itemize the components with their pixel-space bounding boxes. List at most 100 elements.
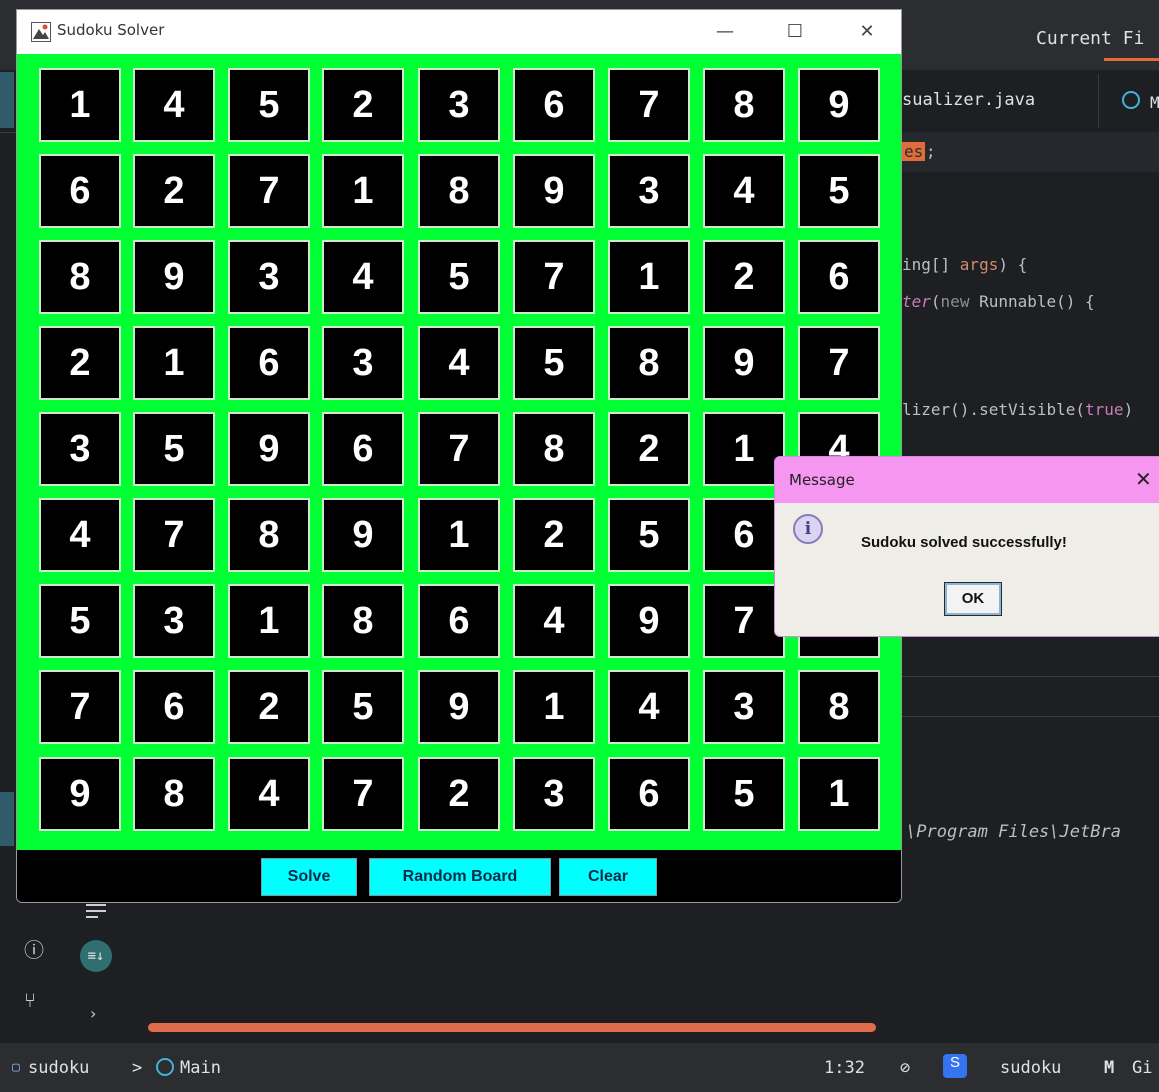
sudoku-cell[interactable]: 8 [418,154,500,228]
sudoku-cell[interactable]: 6 [133,670,215,744]
sudoku-cell[interactable]: 1 [418,498,500,572]
sudoku-cell[interactable]: 7 [228,154,310,228]
sudoku-cell[interactable]: 9 [513,154,595,228]
sudoku-cell[interactable]: 6 [703,498,785,572]
sudoku-cell[interactable]: 6 [39,154,121,228]
vcs-label[interactable]: Gi [1132,1058,1152,1078]
sudoku-cell[interactable]: 3 [133,584,215,658]
sudoku-cell[interactable]: 9 [703,326,785,400]
sudoku-cell[interactable]: 7 [608,68,690,142]
close-button[interactable]: ✕ [845,18,889,46]
sudoku-cell[interactable]: 5 [798,154,880,228]
clear-button[interactable]: Clear [559,858,657,896]
problems-icon[interactable]: ⓘ [24,934,44,963]
chevron-right-icon[interactable]: › [90,1004,96,1023]
sudoku-cell[interactable]: 9 [608,584,690,658]
sudoku-cell[interactable]: 2 [39,326,121,400]
code-line-main[interactable]: ing[] args) { [902,255,1027,274]
sudoku-cell[interactable]: 2 [513,498,595,572]
sudoku-cell[interactable]: 5 [228,68,310,142]
sudoku-cell[interactable]: 4 [418,326,500,400]
sudoku-cell[interactable]: 3 [322,326,404,400]
sudoku-cell[interactable]: 1 [798,757,880,831]
sudoku-cell[interactable]: 9 [418,670,500,744]
sudoku-cell[interactable]: 2 [418,757,500,831]
sudoku-cell[interactable]: 4 [133,68,215,142]
sudoku-cell[interactable]: 9 [798,68,880,142]
sudoku-cell[interactable]: 7 [513,240,595,314]
sudoku-cell[interactable]: 4 [39,498,121,572]
window-titlebar[interactable]: Sudoku Solver — ☐ ✕ [17,10,901,54]
sudoku-cell[interactable]: 6 [608,757,690,831]
sudoku-cell[interactable]: 8 [322,584,404,658]
sudoku-cell[interactable]: 2 [608,412,690,486]
sudoku-cell[interactable]: 1 [322,154,404,228]
sudoku-cell[interactable]: 9 [39,757,121,831]
sudoku-cell[interactable]: 4 [608,670,690,744]
sudoku-cell[interactable]: 5 [418,240,500,314]
sudoku-cell[interactable]: 3 [703,670,785,744]
no-access-icon[interactable]: ⊘ [900,1058,910,1078]
run-config-label[interactable]: Current Fi [1036,28,1144,49]
sudoku-cell[interactable]: 3 [608,154,690,228]
sudoku-cell[interactable]: 9 [322,498,404,572]
sudoku-cell[interactable]: 1 [513,670,595,744]
sudoku-cell[interactable]: 7 [133,498,215,572]
random-board-button[interactable]: Random Board [369,858,551,896]
sudoku-cell[interactable]: 7 [798,326,880,400]
sudoku-cell[interactable]: 8 [228,498,310,572]
breadcrumb-module[interactable]: Main [180,1058,221,1078]
sudoku-cell[interactable]: 5 [703,757,785,831]
sudoku-cell[interactable]: 1 [39,68,121,142]
tab-visualizer[interactable]: sualizer.java [902,90,1035,110]
git-branch-icon[interactable]: ⑂ [24,988,36,1012]
dialog-titlebar[interactable]: Message ✕ [775,457,1159,503]
sudoku-cell[interactable]: 3 [228,240,310,314]
sudoku-cell[interactable]: 9 [228,412,310,486]
sudoku-cell[interactable]: 5 [322,670,404,744]
sudoku-cell[interactable]: 1 [133,326,215,400]
sudoku-cell[interactable]: 7 [322,757,404,831]
sudoku-cell[interactable]: 8 [39,240,121,314]
sudoku-cell[interactable]: 7 [39,670,121,744]
sudoku-cell[interactable]: 5 [39,584,121,658]
sudoku-cell[interactable]: 1 [608,240,690,314]
sudoku-cell[interactable]: 2 [322,68,404,142]
sudoku-cell[interactable]: 6 [513,68,595,142]
sudoku-cell[interactable]: 5 [513,326,595,400]
sudoku-cell[interactable]: 8 [798,670,880,744]
sudoku-cell[interactable]: 4 [703,154,785,228]
sudoku-cell[interactable]: 8 [133,757,215,831]
sudoku-cell[interactable]: 6 [228,326,310,400]
tab-main[interactable]: M [1150,93,1159,112]
solve-button[interactable]: Solve [261,858,357,896]
sudoku-cell[interactable]: 5 [608,498,690,572]
sudoku-cell[interactable]: 8 [703,68,785,142]
sudoku-cell[interactable]: 2 [703,240,785,314]
sudoku-cell[interactable]: 1 [228,584,310,658]
ok-button[interactable]: OK [944,582,1002,616]
dialog-close-button[interactable]: ✕ [1135,467,1152,491]
scroll-to-end-icon[interactable]: ≡↓ [80,940,112,972]
breadcrumb-project[interactable]: sudoku [28,1058,89,1078]
sudoku-cell[interactable]: 7 [703,584,785,658]
service-badge[interactable]: S [943,1054,967,1078]
maximize-button[interactable]: ☐ [773,18,817,46]
sudoku-cell[interactable]: 1 [703,412,785,486]
sudoku-cell[interactable]: 7 [418,412,500,486]
soft-wrap-icon[interactable] [86,904,106,920]
sudoku-cell[interactable]: 2 [228,670,310,744]
sudoku-cell[interactable]: 3 [39,412,121,486]
sudoku-cell[interactable]: 4 [322,240,404,314]
sudoku-cell[interactable]: 3 [418,68,500,142]
sudoku-cell[interactable]: 4 [513,584,595,658]
horizontal-scrollbar[interactable] [148,1023,876,1032]
sudoku-cell[interactable]: 4 [228,757,310,831]
sudoku-cell[interactable]: 2 [133,154,215,228]
sudoku-cell[interactable]: 5 [133,412,215,486]
caret-position[interactable]: 1:32 [824,1058,865,1078]
sudoku-cell[interactable]: 8 [608,326,690,400]
sudoku-cell[interactable]: 9 [133,240,215,314]
code-line-setvisible[interactable]: lizer().setVisible(true) [902,400,1133,419]
code-line-invoke[interactable]: ter(new Runnable() { [902,292,1095,311]
